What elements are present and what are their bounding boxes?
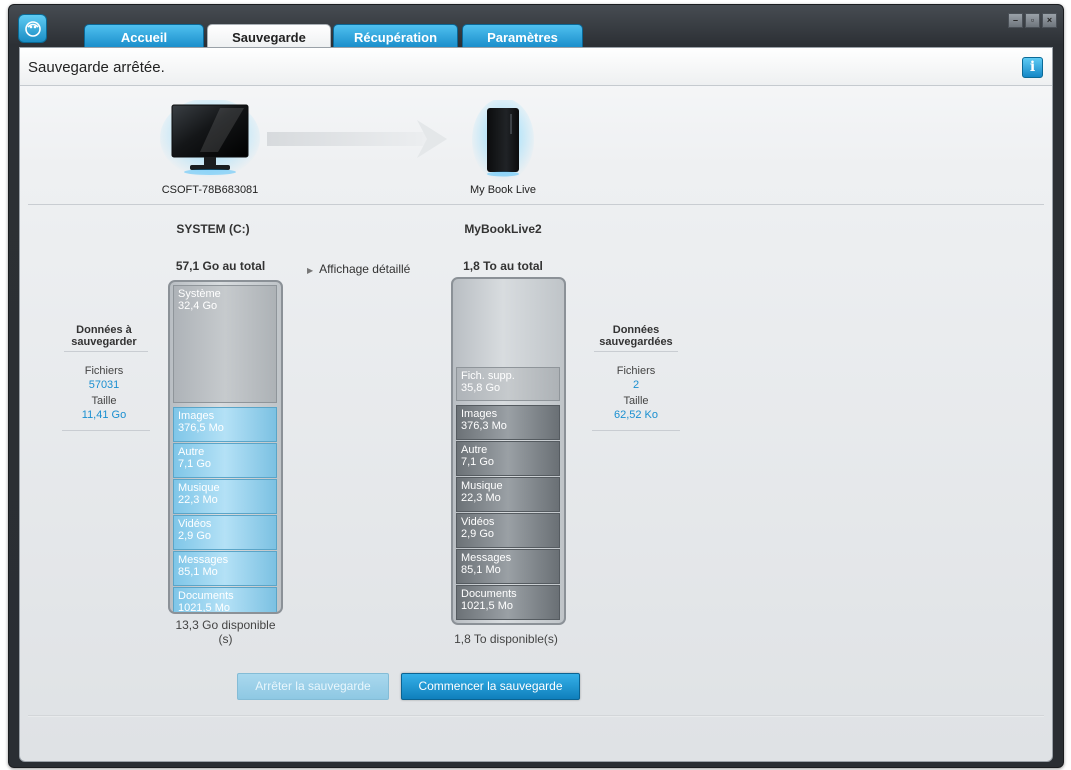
tab-parametres[interactable]: Paramètres	[462, 24, 583, 49]
source-volume-name: SYSTEM (C:)	[176, 222, 250, 236]
segment-name: Vidéos	[178, 518, 212, 530]
segment-name: Musique	[178, 482, 220, 494]
segment-size: 85,1 Mo	[178, 566, 218, 578]
target-segment-images[interactable]: Images 376,3 Mo	[456, 405, 560, 440]
target-volume-name: MyBookLive2	[464, 222, 542, 236]
target-segment-videos[interactable]: Vidéos 2,9 Go	[456, 513, 560, 548]
segment-size: 2,9 Go	[178, 530, 212, 542]
segment-name: Autre	[178, 446, 205, 458]
target-total: 1,8 To au total	[463, 259, 543, 273]
detailed-view-toggle[interactable]: ▶ Affichage détaillé	[307, 262, 410, 276]
left-size-value: 11,41 Go	[81, 409, 127, 421]
segment-size: 376,3 Mo	[461, 420, 507, 432]
source-total: 57,1 Go au total	[175, 259, 266, 273]
target-segment-messages[interactable]: Messages 85,1 Mo	[456, 549, 560, 584]
right-size-label: Taille	[623, 395, 649, 407]
triangle-right-icon: ▶	[307, 266, 314, 275]
segment-name: Messages	[461, 552, 512, 564]
source-available: 13,3 Go disponible (s)	[175, 618, 276, 646]
segment-name: Messages	[178, 554, 229, 566]
segment-size: 35,8 Go	[461, 382, 501, 394]
info-icon[interactable]: i	[1022, 57, 1043, 78]
tab-accueil[interactable]: Accueil	[84, 24, 204, 49]
segment-size: 2,9 Go	[461, 528, 495, 540]
detailed-view-label: Affichage détaillé	[319, 262, 411, 276]
segment-size: 1021,5 Mo	[178, 602, 230, 614]
right-panel-title: Données sauvegardées	[599, 324, 673, 348]
segment-name: Fich. supp.	[461, 370, 515, 382]
divider	[592, 430, 680, 431]
close-icon[interactable]: ×	[1042, 13, 1057, 28]
target-segment-fich-supp[interactable]: Fich. supp. 35,8 Go	[456, 367, 560, 401]
left-panel-title: Données à sauvegarder	[71, 324, 137, 348]
right-files-label: Fichiers	[616, 365, 656, 377]
segment-name: Images	[178, 410, 215, 422]
segment-name: Vidéos	[461, 516, 495, 528]
stop-backup-button[interactable]: Arrêter la sauvegarde	[237, 673, 389, 700]
source-segment-images[interactable]: Images 376,5 Mo	[173, 407, 277, 442]
segment-size: 376,5 Mo	[178, 422, 224, 434]
segment-name: Documents	[178, 590, 234, 602]
wd-logo-icon[interactable]	[18, 14, 47, 43]
target-segment-musique[interactable]: Musique 22,3 Mo	[456, 477, 560, 512]
status-text: Sauvegarde arrêtée.	[28, 59, 165, 76]
source-segment-musique[interactable]: Musique 22,3 Mo	[173, 479, 277, 514]
segment-name: Images	[461, 408, 498, 420]
arrow-right-icon	[267, 120, 447, 158]
left-size-label: Taille	[91, 395, 117, 407]
source-segment-systeme[interactable]: Système 32,4 Go	[173, 285, 277, 403]
segment-size: 7,1 Go	[178, 458, 212, 470]
source-segment-documents[interactable]: Documents 1021,5 Mo	[173, 587, 277, 614]
segment-size: 85,1 Mo	[461, 564, 501, 576]
target-segment-documents[interactable]: Documents 1021,5 Mo	[456, 585, 560, 620]
window-controls: – ▫ ×	[1008, 13, 1057, 28]
footer-divider	[28, 715, 1044, 717]
source-device-name: CSOFT-78B683081	[161, 184, 259, 196]
start-backup-button[interactable]: Commencer la sauvegarde	[401, 673, 580, 700]
wd-logo-glyph	[24, 20, 41, 37]
segment-size: 7,1 Go	[461, 456, 495, 468]
divider	[64, 351, 148, 352]
divider	[594, 351, 678, 352]
maximize-icon[interactable]: ▫	[1025, 13, 1040, 28]
segment-name: Documents	[461, 588, 517, 600]
segment-size: 22,3 Mo	[461, 492, 501, 504]
app-window: Accueil Sauvegarde Récupération Paramètr…	[8, 4, 1064, 768]
source-segment-videos[interactable]: Vidéos 2,9 Go	[173, 515, 277, 550]
right-size-value: 62,52 Ko	[613, 409, 659, 421]
computer-monitor-icon	[160, 100, 260, 178]
target-segment-autre[interactable]: Autre 7,1 Go	[456, 441, 560, 476]
segment-name: Musique	[461, 480, 503, 492]
source-segment-messages[interactable]: Messages 85,1 Mo	[173, 551, 277, 586]
segment-size: 32,4 Go	[178, 300, 218, 312]
target-available: 1,8 To disponible(s)	[454, 632, 558, 646]
segment-size: 22,3 Mo	[178, 494, 218, 506]
source-storage-bar: Système 32,4 Go Images 376,5 Mo Autre 7,…	[168, 280, 283, 614]
divider	[62, 430, 150, 431]
left-files-value: 57031	[88, 379, 120, 391]
external-drive-icon	[472, 100, 534, 182]
minimize-icon[interactable]: –	[1008, 13, 1023, 28]
target-device-name: My Book Live	[469, 184, 537, 196]
segment-name: Autre	[461, 444, 488, 456]
divider	[28, 204, 1044, 205]
segment-size: 1021,5 Mo	[461, 600, 513, 612]
left-files-label: Fichiers	[84, 365, 124, 377]
main-panel: Sauvegarde arrêtée. i CSOFT-78B683081 My…	[19, 47, 1053, 762]
status-bar: Sauvegarde arrêtée. i	[20, 48, 1052, 86]
source-segment-autre[interactable]: Autre 7,1 Go	[173, 443, 277, 478]
right-files-value: 2	[632, 379, 640, 391]
tab-recuperation[interactable]: Récupération	[333, 24, 458, 49]
target-storage-bar: Fich. supp. 35,8 Go Images 376,3 Mo Autr…	[451, 277, 566, 625]
segment-name: Système	[178, 288, 221, 300]
